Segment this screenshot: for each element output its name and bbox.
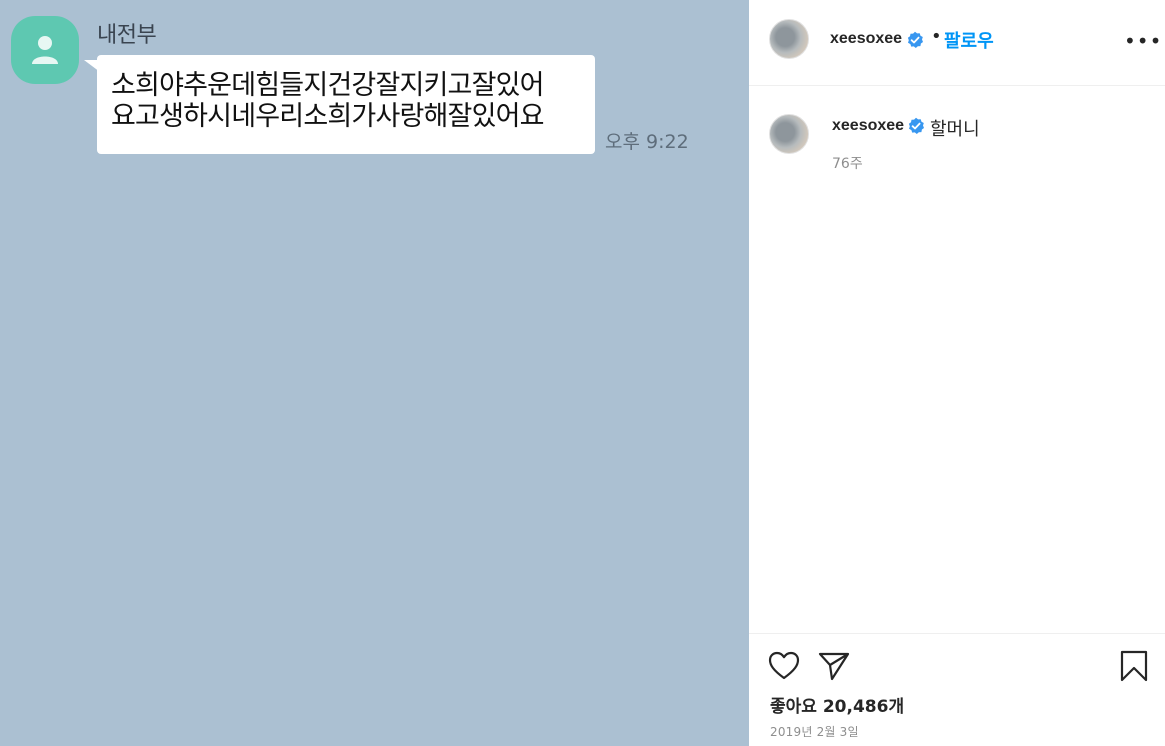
paper-plane-icon[interactable] — [818, 651, 850, 685]
caption-text: 할머니 — [930, 119, 980, 140]
verified-badge-icon — [907, 117, 925, 139]
post-header: xeesoxee • 팔로우 ••• — [749, 0, 1165, 86]
post-actions: 좋아요 20,486개 2019년 2월 3일 — [749, 633, 1165, 746]
person-icon — [32, 36, 58, 64]
likes-count[interactable]: 좋아요 20,486개 — [770, 692, 904, 717]
contact-avatar — [11, 16, 79, 84]
separator-dot: • — [931, 26, 942, 47]
verified-badge-icon — [906, 31, 924, 53]
caption-age: 76주 — [832, 156, 863, 172]
chat-image: 내전부 소희야추운데힘들지건강잘지키고잘있어 요고생하시네우리소희가사랑해잘있어… — [0, 0, 749, 746]
heart-icon[interactable] — [768, 651, 800, 685]
post-panel: xeesoxee • 팔로우 ••• xeesoxee 할머니 76주 좋아요 … — [749, 0, 1165, 746]
chat-message-bubble: 소희야추운데힘들지건강잘지키고잘있어 요고생하시네우리소희가사랑해잘있어요 — [97, 55, 595, 154]
more-options-icon[interactable]: ••• — [1124, 31, 1162, 51]
profile-avatar[interactable] — [769, 19, 809, 59]
caption-username[interactable]: xeesoxee — [832, 117, 904, 135]
follow-button[interactable]: 팔로우 — [944, 27, 994, 53]
post-date: 2019년 2월 3일 — [770, 725, 859, 739]
caption-avatar[interactable] — [769, 114, 809, 154]
chat-message-time: 오후 9:22 — [605, 131, 689, 153]
profile-username[interactable]: xeesoxee — [830, 30, 902, 48]
chat-sender-name: 내전부 — [97, 23, 157, 48]
bookmark-icon[interactable] — [1119, 650, 1149, 686]
